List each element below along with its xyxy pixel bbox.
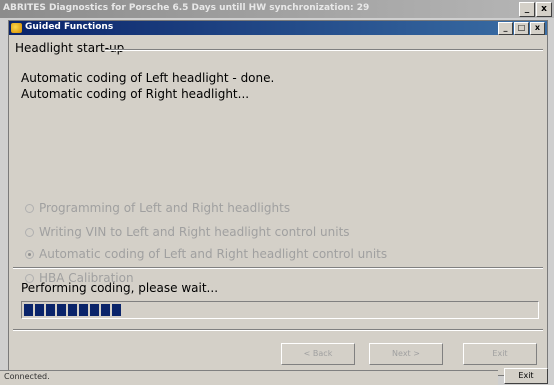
step-label: Writing VIN to Left and Right headlight …: [39, 225, 350, 239]
step-radio: Automatic coding of Left and Right headl…: [25, 247, 387, 261]
group-divider: [105, 49, 543, 51]
progress-block: [24, 304, 33, 316]
app-close-button[interactable]: x: [536, 2, 552, 17]
back-button[interactable]: < Back: [281, 343, 355, 365]
dialog-window-controls: _ □ x: [498, 22, 545, 35]
progress-block: [68, 304, 77, 316]
app-window-controls: _ x: [519, 2, 552, 17]
next-button[interactable]: Next >: [369, 343, 443, 365]
progress-block: [112, 304, 121, 316]
message-line: Automatic coding of Right headlight...: [21, 87, 250, 101]
progress-bar: [21, 301, 539, 319]
status-bar: Connected.: [0, 370, 498, 385]
divider: [13, 267, 543, 269]
step-radio: Writing VIN to Left and Right headlight …: [25, 225, 350, 239]
dialog-close-button[interactable]: x: [530, 22, 545, 35]
step-radio: Programming of Left and Right headlights: [25, 201, 290, 215]
progress-block: [90, 304, 99, 316]
app-title: ABRITES Diagnostics for Porsche 6.5 Days…: [3, 3, 370, 13]
group-title: Headlight start-up: [15, 41, 128, 55]
dialog-title-bar[interactable]: Guided Functions _ □ x: [9, 21, 547, 35]
app-title-bar: ABRITES Diagnostics for Porsche 6.5 Days…: [0, 0, 554, 18]
progress-block: [46, 304, 55, 316]
message-line: Automatic coding of Left headlight - don…: [21, 71, 275, 85]
progress-block: [57, 304, 66, 316]
step-label: Programming of Left and Right headlights: [39, 201, 291, 215]
connection-status: Connected.: [4, 372, 50, 381]
divider: [13, 329, 543, 331]
radio-checked-icon: [25, 249, 34, 259]
progress-block: [79, 304, 88, 316]
progress-block: [35, 304, 44, 316]
progress-block: [101, 304, 110, 316]
step-label: Automatic coding of Left and Right headl…: [39, 247, 388, 261]
app-icon: [11, 23, 22, 33]
dialog-title: Guided Functions: [25, 22, 114, 32]
guided-functions-dialog: Guided Functions _ □ x Headlight start-u…: [8, 20, 548, 376]
status-message: Performing coding, please wait...: [21, 281, 219, 295]
dialog-exit-button[interactable]: Exit: [463, 343, 537, 365]
progress-fill: [24, 304, 121, 316]
app-minimize-button[interactable]: _: [519, 2, 535, 17]
radio-unchecked-icon: [25, 227, 34, 237]
dialog-maximize-button[interactable]: □: [514, 22, 529, 35]
exit-button[interactable]: Exit: [504, 368, 548, 384]
dialog-content: Headlight start-up Automatic coding of L…: [9, 35, 547, 375]
dialog-minimize-button[interactable]: _: [498, 22, 513, 35]
radio-unchecked-icon: [25, 203, 34, 213]
